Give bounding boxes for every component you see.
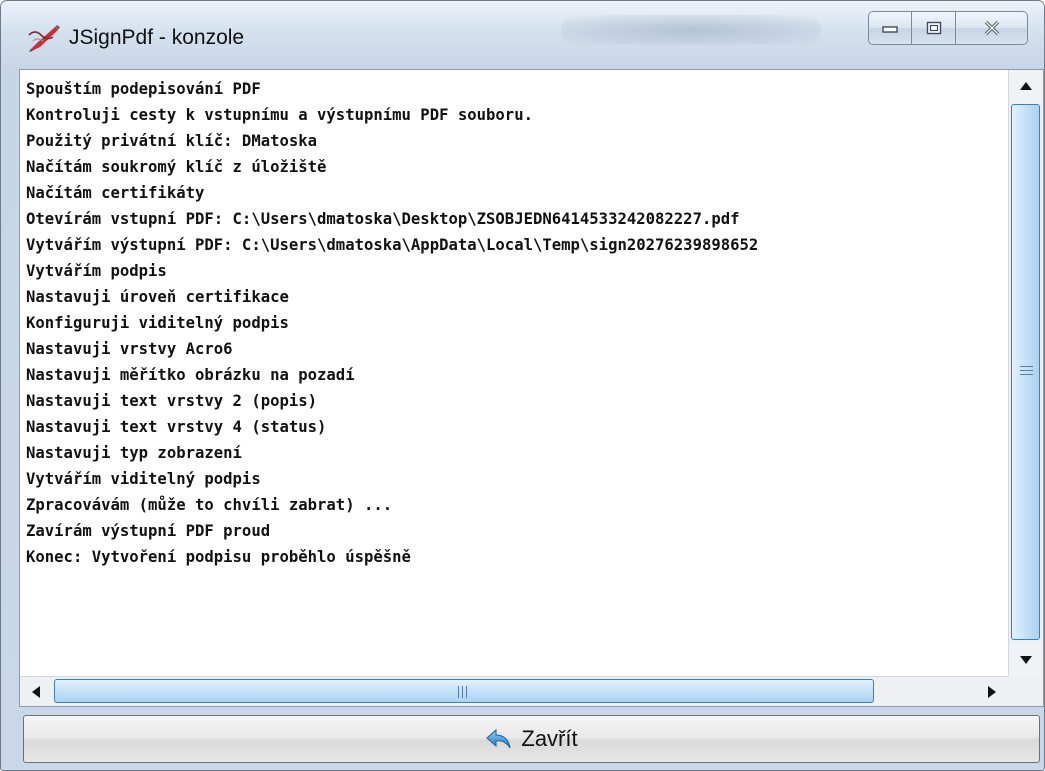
log-line: Konfiguruji viditelný podpis <box>26 314 289 332</box>
log-line: Zpracovávám (může to chvíli zabrat) ... <box>26 496 393 514</box>
log-line: Otevírám vstupní PDF: C:\Users\dmatoska\… <box>26 210 740 228</box>
grip-line <box>1020 366 1033 367</box>
log-line: Načítám soukromý klíč z úložiště <box>26 158 327 176</box>
console-log-textarea[interactable]: Spouštím podepisování PDF Kontroluji ces… <box>20 70 1008 676</box>
grip-line <box>466 686 467 698</box>
console-window: JSignPdf - konzole Spouštím podepisování… <box>0 0 1045 771</box>
log-line: Načítám certifikáty <box>26 184 205 202</box>
minimize-icon <box>882 26 898 33</box>
log-line: Spouštím podepisování PDF <box>26 80 261 98</box>
log-line: Vytvářím viditelný podpis <box>26 470 261 488</box>
vertical-scrollbar[interactable] <box>1008 70 1043 676</box>
log-line: Konec: Vytvoření podpisu proběhlo úspěšn… <box>26 548 411 566</box>
scroll-corner <box>1008 676 1043 706</box>
log-line: Vytvářím výstupní PDF: C:\Users\dmatoska… <box>26 236 759 254</box>
scroll-left-button[interactable] <box>20 677 52 706</box>
log-line: Kontroluji cesty k vstupnímu a výstupním… <box>26 106 533 124</box>
maximize-icon <box>926 21 941 35</box>
arrow-down-icon <box>1020 656 1032 664</box>
scroll-up-button[interactable] <box>1009 70 1043 102</box>
log-line: Nastavuji úroveň certifikace <box>26 288 289 306</box>
log-line: Nastavuji text vrstvy 2 (popis) <box>26 392 318 410</box>
close-button-label: Zavřít <box>521 726 578 751</box>
window-title: JSignPdf - konzole <box>69 26 245 49</box>
log-line: Nastavuji typ zobrazení <box>26 444 242 462</box>
log-line: Zavírám výstupní PDF proud <box>26 522 271 540</box>
log-line: Použitý privátní klíč: DMatoska <box>26 132 318 150</box>
undo-arrow-icon <box>486 728 511 749</box>
horizontal-scrollbar[interactable] <box>20 676 1008 706</box>
grip-line <box>462 686 463 698</box>
arrow-right-icon <box>988 685 996 698</box>
maximize-button[interactable] <box>912 11 956 45</box>
scroll-down-button[interactable] <box>1009 644 1043 676</box>
console-panel: Spouštím podepisování PDF Kontroluji ces… <box>19 69 1044 707</box>
title-bar[interactable]: JSignPdf - konzole <box>1 1 1044 67</box>
grip-line <box>1020 374 1033 375</box>
arrow-up-icon <box>1020 82 1032 90</box>
caption-buttons <box>868 11 1028 47</box>
pen-icon <box>28 25 60 52</box>
close-icon <box>984 20 999 36</box>
close-window-button[interactable] <box>956 11 1028 45</box>
title-bar-glass <box>561 15 821 45</box>
log-line: Nastavuji text vrstvy 4 (status) <box>26 418 327 436</box>
minimize-button[interactable] <box>868 11 912 45</box>
log-line: Nastavuji vrstvy Acro6 <box>26 340 233 358</box>
grip-line <box>458 686 459 698</box>
horizontal-scroll-thumb[interactable] <box>54 679 874 703</box>
log-line: Vytvářím podpis <box>26 262 167 280</box>
close-button[interactable]: Zavřít <box>23 715 1040 763</box>
log-line: Nastavuji měřítko obrázku na pozadí <box>26 366 355 384</box>
vertical-scroll-thumb[interactable] <box>1011 104 1040 640</box>
grip-line <box>1020 370 1033 371</box>
arrow-left-icon <box>32 685 40 698</box>
scroll-right-button[interactable] <box>976 677 1008 706</box>
